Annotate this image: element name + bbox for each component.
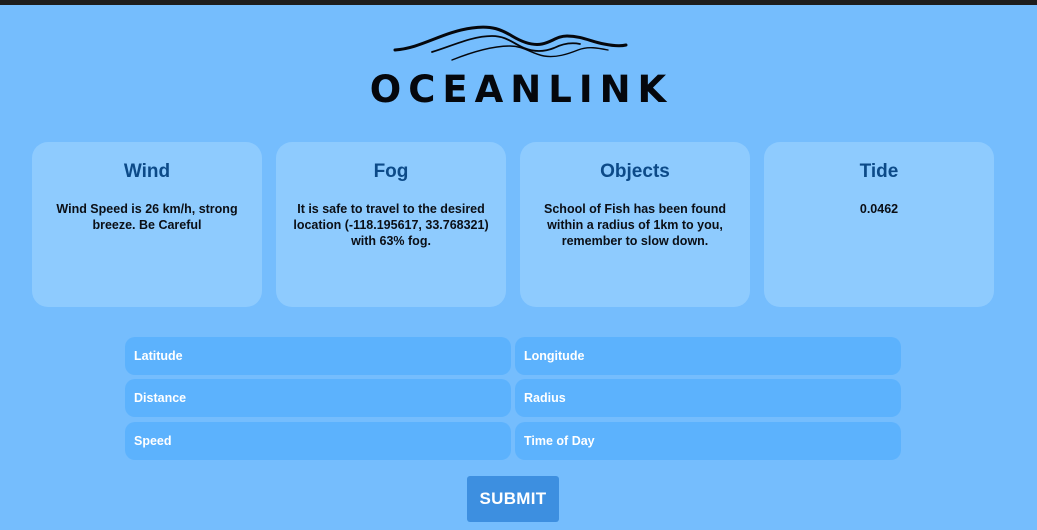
tide-card: Tide 0.0462 [764,142,994,307]
top-bar [0,0,1037,5]
objects-card: Objects School of Fish has been found wi… [520,142,750,307]
submit-button[interactable]: SUBMIT [467,476,559,522]
card-title: Fog [373,161,409,182]
card-body: It is safe to travel to the desired loca… [293,202,489,248]
card-body: Wind Speed is 26 km/h, strong breeze. Be… [56,202,238,232]
card-body: School of Fish has been found within a r… [544,202,726,248]
card-body: 0.0462 [859,202,899,216]
route-form [125,337,902,461]
latitude-input[interactable] [125,337,511,375]
longitude-input[interactable] [515,337,901,375]
oceanlink-logo: OCEANLINK [0,18,1037,113]
speed-input[interactable] [125,422,511,460]
waves-icon [393,25,628,61]
wind-card: Wind Wind Speed is 26 km/h, strong breez… [32,142,262,307]
fog-card: Fog It is safe to travel to the desired … [276,142,506,307]
brand-name: OCEANLINK [369,68,674,111]
card-title: Objects [600,161,670,182]
info-cards: Wind Wind Speed is 26 km/h, strong breez… [32,142,994,307]
card-title: Wind [123,161,171,182]
card-title: Tide [859,161,899,182]
distance-input[interactable] [125,379,511,417]
time-of-day-input[interactable] [515,422,901,460]
radius-input[interactable] [515,379,901,417]
